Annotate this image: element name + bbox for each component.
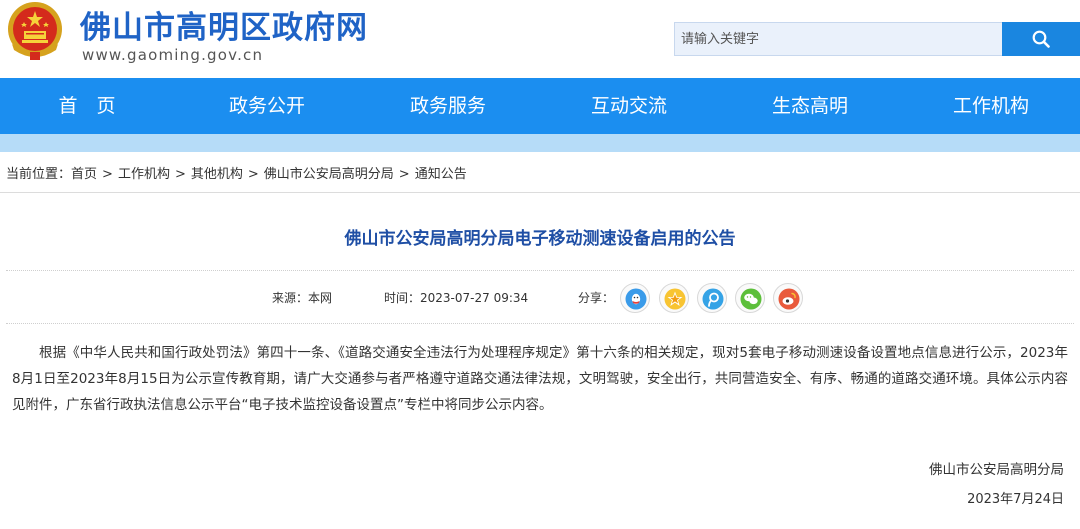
qzone-icon bbox=[664, 288, 686, 310]
nav-item-home[interactable]: 首 页 bbox=[12, 78, 162, 134]
article-source: 来源：本网 bbox=[272, 289, 332, 306]
breadcrumb-prefix: 当前位置： bbox=[6, 167, 72, 182]
meta-divider bbox=[6, 323, 1074, 324]
search-input[interactable] bbox=[674, 22, 1002, 56]
site-url: www.gaoming.gov.cn bbox=[82, 46, 264, 64]
share-label: 分享： bbox=[578, 291, 615, 305]
nav-item-ecology[interactable]: 生态高明 bbox=[735, 78, 885, 134]
breadcrumb-police-branch[interactable]: 佛山市公安局高明分局 bbox=[264, 167, 394, 182]
nav-subbar bbox=[0, 134, 1080, 152]
breadcrumb-divider bbox=[0, 192, 1080, 193]
article-time: 时间：2023-07-27 09:34 bbox=[384, 289, 528, 306]
article-sign-date: 2023年7月24日 bbox=[967, 492, 1064, 507]
main-nav: 首 页 政务公开 政务服务 互动交流 生态高明 工作机构 bbox=[0, 78, 1080, 134]
article-title: 佛山市公安局高明分局电子移动测速设备启用的公告 bbox=[344, 229, 736, 249]
breadcrumb-home[interactable]: 首页 bbox=[71, 167, 97, 182]
time-label: 时间： bbox=[384, 291, 421, 305]
search-button[interactable] bbox=[1002, 22, 1080, 56]
tencent-weibo-icon bbox=[702, 288, 724, 310]
breadcrumb-notices[interactable]: 通知公告 bbox=[415, 167, 467, 182]
share-wechat-button[interactable] bbox=[735, 283, 765, 313]
site-title: 佛山市高明区政府网 bbox=[80, 10, 368, 46]
breadcrumb-separator: > bbox=[174, 167, 186, 182]
breadcrumb-agencies[interactable]: 工作机构 bbox=[118, 167, 170, 182]
wechat-icon bbox=[740, 288, 762, 310]
share-sina-weibo-button[interactable] bbox=[773, 283, 803, 313]
time-value: 2023-07-27 09:34 bbox=[420, 291, 529, 305]
breadcrumb-separator: > bbox=[398, 167, 410, 182]
qq-icon bbox=[625, 288, 647, 310]
breadcrumb-separator: > bbox=[102, 167, 113, 182]
sina-weibo-icon bbox=[778, 288, 800, 310]
share-tencent-weibo-button[interactable] bbox=[697, 283, 727, 313]
share-qq-button[interactable] bbox=[620, 283, 650, 313]
share-qzone-button[interactable] bbox=[659, 283, 689, 313]
source-value: 本网 bbox=[308, 291, 333, 305]
source-label: 来源： bbox=[272, 291, 309, 305]
site-header: 佛山市高明区政府网 www.gaoming.gov.cn bbox=[0, 0, 1080, 78]
national-emblem-icon bbox=[8, 2, 62, 60]
nav-item-government-affairs[interactable]: 政务公开 bbox=[192, 78, 342, 134]
breadcrumb-separator: > bbox=[247, 167, 259, 182]
nav-item-services[interactable]: 政务服务 bbox=[373, 78, 523, 134]
article-signer: 佛山市公安局高明分局 bbox=[929, 462, 1064, 478]
search-icon bbox=[1032, 30, 1050, 48]
nav-item-agencies[interactable]: 工作机构 bbox=[916, 78, 1066, 134]
breadcrumb: 当前位置：首页 > 工作机构 > 其他机构 > 佛山市公安局高明分局 > 通知公告 bbox=[6, 163, 467, 182]
breadcrumb-other-agencies[interactable]: 其他机构 bbox=[191, 167, 243, 182]
article-body: 根据《中华人民共和国行政处罚法》第四十一条、《道路交通安全违法行为处理程序规定》… bbox=[12, 345, 1068, 413]
nav-item-interaction[interactable]: 互动交流 bbox=[554, 78, 704, 134]
title-divider bbox=[6, 270, 1074, 271]
